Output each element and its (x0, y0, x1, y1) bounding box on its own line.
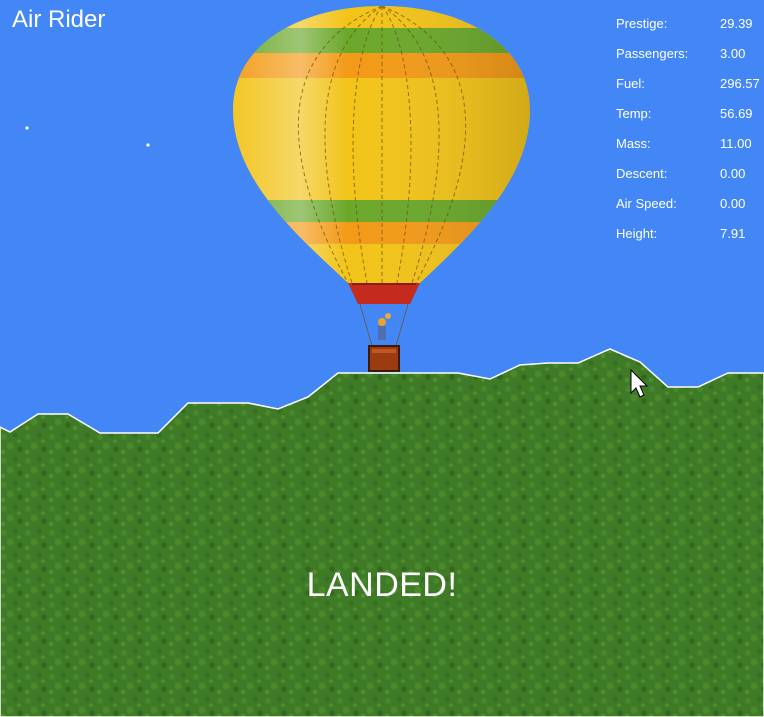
game-title: Air Rider (12, 6, 106, 33)
terrain-ground (0, 348, 764, 717)
stat-value: 11.00 (720, 136, 752, 151)
stat-label: Passengers: (616, 46, 689, 61)
stat-label: Fuel: (616, 76, 645, 91)
stat-label: Temp: (616, 106, 652, 121)
stat-label: Prestige: (616, 16, 668, 31)
stat-label: Height: (616, 226, 658, 241)
stat-label: Air Speed: (616, 196, 677, 211)
stat-value: 0.00 (720, 166, 746, 181)
stat-value: 29.39 (720, 16, 753, 31)
stat-value: 7.91 (720, 226, 746, 241)
stat-label: Mass: (616, 136, 651, 151)
status-message: LANDED! (306, 566, 458, 604)
star (146, 143, 150, 147)
star (25, 126, 29, 130)
stat-value: 296.57 (720, 76, 760, 91)
hot-air-balloon (233, 6, 530, 372)
stat-value: 0.00 (720, 196, 746, 211)
stat-value: 56.69 (720, 106, 753, 121)
stat-label: Descent: (616, 166, 668, 181)
stat-value: 3.00 (720, 46, 746, 61)
